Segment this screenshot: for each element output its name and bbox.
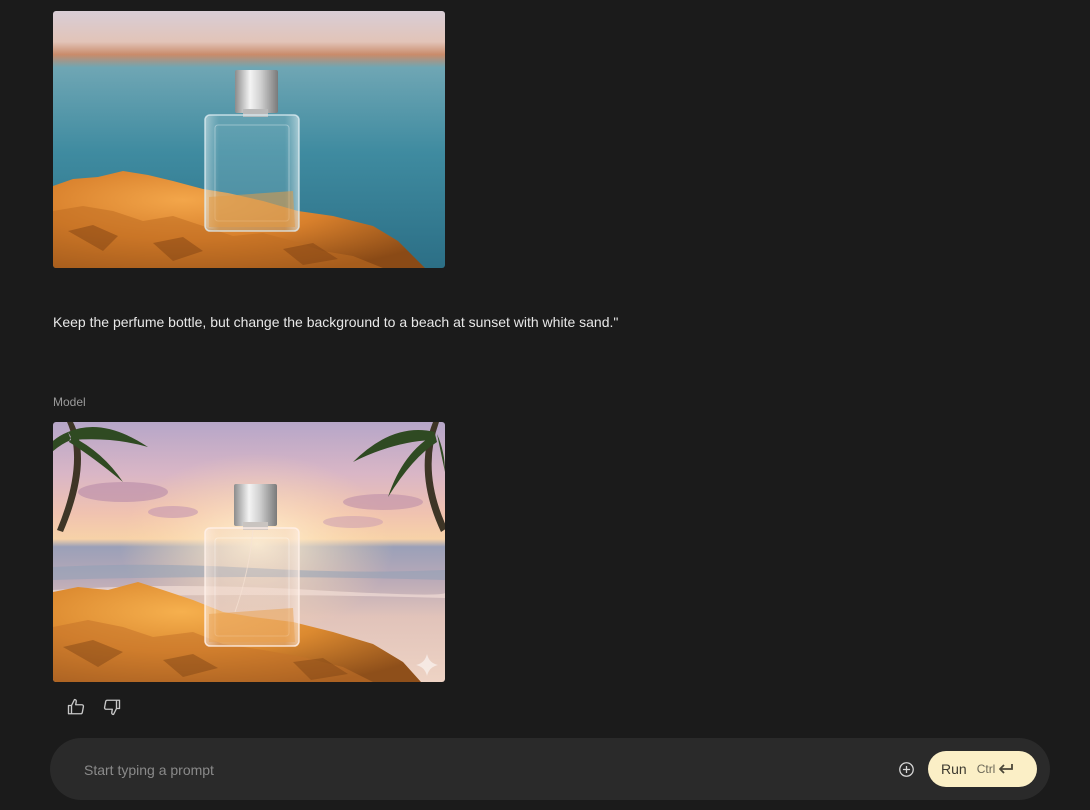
- user-prompt-text: Keep the perfume bottle, but change the …: [53, 314, 619, 330]
- perfume-beach-sunset-photo: [53, 422, 445, 682]
- model-generated-image[interactable]: [53, 422, 445, 682]
- prompt-bar: Run Ctrl: [50, 738, 1050, 800]
- chat-page: Keep the perfume bottle, but change the …: [0, 0, 1090, 810]
- run-button[interactable]: Run Ctrl: [928, 751, 1037, 787]
- user-uploaded-image[interactable]: [53, 11, 445, 268]
- add-attachment-button[interactable]: [896, 759, 916, 779]
- thumb-down-icon: [103, 699, 121, 716]
- enter-icon: [997, 762, 1015, 776]
- perfume-lake-photo: [53, 11, 445, 268]
- thumb-up-icon: [67, 698, 85, 715]
- run-shortcut-label: Ctrl: [976, 762, 996, 776]
- add-circle-icon: [898, 761, 914, 777]
- model-role-label: Model: [53, 395, 86, 409]
- dislike-button[interactable]: [102, 697, 122, 717]
- like-button[interactable]: [66, 697, 86, 717]
- prompt-input[interactable]: [82, 756, 866, 784]
- run-button-label: Run: [941, 761, 967, 777]
- feedback-actions: [66, 697, 122, 717]
